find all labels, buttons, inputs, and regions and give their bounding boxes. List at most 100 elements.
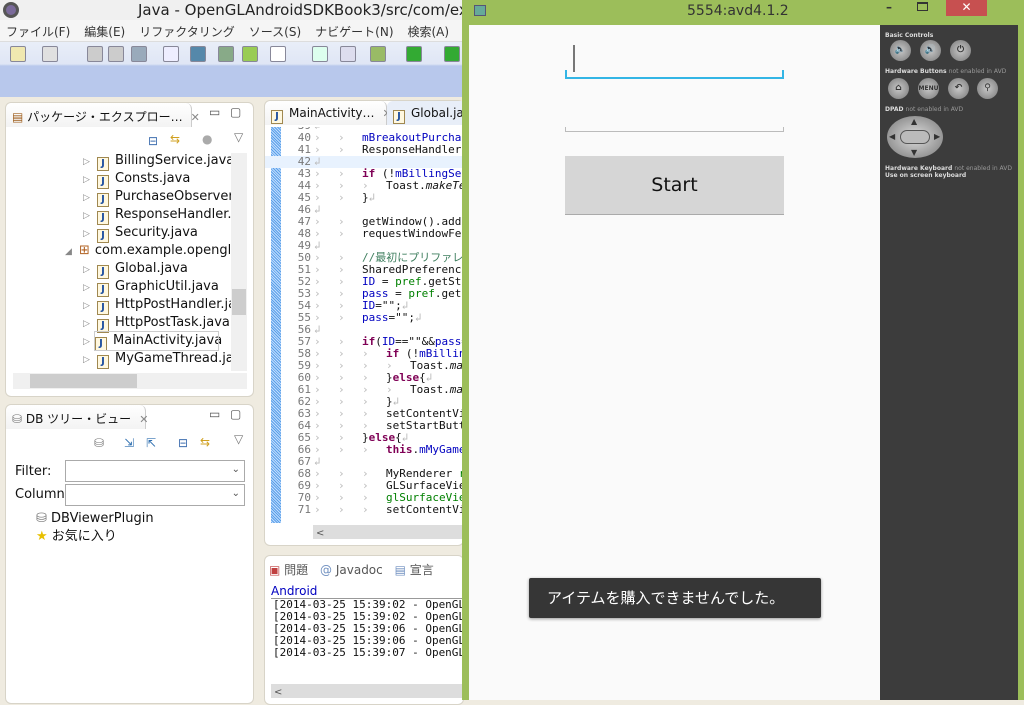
debug-icon[interactable]	[370, 46, 386, 62]
close-button[interactable]: ✕	[946, 0, 987, 16]
volume-up-icon[interactable]: 🔊	[920, 40, 941, 61]
maximize-icon[interactable]: ▢	[230, 407, 241, 421]
tree-item[interactable]: ▷ J BillingService.java	[10, 152, 232, 171]
tab-global-java[interactable]: J Global.java	[387, 101, 478, 125]
save-all-icon[interactable]	[108, 46, 124, 62]
menu-item[interactable]: リファクタリング	[133, 20, 243, 40]
tree-item[interactable]: ▷ J HttpPostTask.java	[10, 314, 232, 333]
dpad[interactable]: ▲ ▼ ◀ ▶	[887, 116, 943, 158]
menu-item[interactable]: ナビゲート(N)	[309, 20, 401, 40]
minimize-icon[interactable]: ▭	[209, 105, 220, 119]
checkbox-icon[interactable]	[270, 46, 286, 62]
tree-item[interactable]: ▷ J MainActivity.java	[83, 331, 222, 351]
tree-item[interactable]: ▷JResponseHandler.jav	[10, 206, 232, 225]
tree-item[interactable]: ▷ J Security.java	[10, 224, 232, 243]
print-icon[interactable]	[131, 46, 147, 62]
link-icon[interactable]: ⇆	[200, 435, 210, 449]
code-text-area[interactable]: 39↲40››mBreakoutPurchase41››ResponseHand…	[265, 127, 463, 523]
binary-icon[interactable]	[163, 46, 179, 62]
close-icon[interactable]: ✕	[191, 111, 200, 124]
import-icon[interactable]: ⇲	[124, 436, 134, 450]
expand-arrow-icon[interactable]: ▷	[83, 153, 97, 171]
collapse-all-icon[interactable]: ⊟	[148, 134, 158, 148]
tree-item[interactable]: ▷ J Consts.java	[10, 170, 232, 189]
skip-breakpoint-icon[interactable]	[340, 46, 356, 62]
text-input-2[interactable]	[565, 127, 784, 132]
code-line: 42 ↲	[265, 156, 463, 168]
expand-arrow-icon[interactable]: ▷	[83, 225, 97, 243]
tree-item[interactable]: ◢⊞com.example.openglan	[10, 242, 232, 260]
tab-problems[interactable]: ▣ 問題	[269, 563, 308, 577]
back-icon[interactable]: ↶	[948, 78, 969, 99]
minimize-button[interactable]: –	[886, 0, 902, 14]
home-icon[interactable]: ⌂	[888, 78, 909, 99]
expand-arrow-icon[interactable]: ▷	[83, 261, 97, 279]
tree-item-dbviewerplugin[interactable]: ⛁ DBViewerPlugin	[36, 510, 154, 528]
tree-item-favorites[interactable]: ★ お気に入り	[36, 528, 154, 546]
collapse-all-icon[interactable]: ⊟	[178, 436, 188, 450]
emulator-icon	[474, 5, 486, 16]
menu-item[interactable]: 編集(E)	[78, 20, 133, 40]
android-sdk-icon[interactable]	[218, 46, 234, 62]
expand-arrow-icon[interactable]: ▷	[83, 171, 97, 189]
tree-item[interactable]: ▷ J GraphicUtil.java	[10, 278, 232, 297]
dpad-center[interactable]	[900, 130, 930, 144]
run-external-icon[interactable]	[444, 46, 460, 62]
horizontal-scrollbar[interactable]	[13, 373, 247, 389]
column-combo[interactable]: ⌄	[65, 484, 245, 506]
tab-db-tree[interactable]: ⛁ DB ツリー・ビュー ✕	[6, 405, 148, 429]
horizontal-scrollbar[interactable]: <	[271, 684, 465, 698]
expand-arrow-icon[interactable]: ▷	[83, 279, 97, 297]
expand-arrow-icon[interactable]: ▷	[83, 333, 95, 351]
tab-javadoc[interactable]: @ Javadoc	[320, 563, 383, 577]
new-package-icon[interactable]	[42, 46, 58, 62]
package-icon: ⊞	[79, 243, 90, 258]
new-icon[interactable]	[10, 46, 26, 62]
volume-down-icon[interactable]: 🔈	[890, 40, 911, 61]
tree-item[interactable]: ▷JPurchaseObserver.ja	[10, 188, 232, 207]
expand-arrow-icon[interactable]: ▷	[83, 297, 97, 315]
save-icon[interactable]	[87, 46, 103, 62]
expand-arrow-icon[interactable]: ▷	[83, 351, 97, 369]
tree-item[interactable]: ▷ J Global.java	[10, 260, 232, 279]
expand-arrow-icon[interactable]: ▷	[83, 207, 97, 225]
add-database-icon[interactable]: ⛁	[94, 436, 104, 450]
menu-button[interactable]: MENU	[918, 78, 939, 99]
expanded-arrow-icon[interactable]: ◢	[65, 243, 79, 261]
avd-manager-icon[interactable]	[242, 46, 258, 62]
expand-arrow-icon[interactable]: ▷	[83, 315, 97, 333]
vertical-scrollbar[interactable]	[231, 153, 247, 371]
minimize-icon[interactable]: ▭	[209, 407, 220, 421]
maximize-icon[interactable]: ▢	[230, 105, 241, 119]
power-icon[interactable]: ⏻	[950, 40, 971, 61]
tab-package-explorer[interactable]: ▤ パッケージ・エクスプロー… ✕	[6, 103, 200, 127]
filter-icon[interactable]: ●	[202, 132, 212, 146]
text-input-1[interactable]	[565, 70, 784, 79]
line-number: 50	[297, 252, 311, 264]
search-icon[interactable]: ⚲	[977, 78, 998, 99]
export-icon[interactable]: ⇱	[146, 436, 156, 450]
expand-arrow-icon[interactable]: ▷	[83, 189, 97, 207]
maximize-button[interactable]	[917, 2, 928, 11]
link-editor-icon[interactable]: ⇆	[170, 132, 180, 146]
filter-combo[interactable]: ⌄	[65, 460, 245, 482]
menu-item[interactable]: 検索(A)	[402, 20, 458, 40]
tab-mainactivity[interactable]: JMainActivity…✕	[265, 101, 392, 125]
view-menu-icon[interactable]: ▽	[234, 130, 243, 144]
java-file-icon: J	[97, 301, 109, 315]
star-icon: ★	[36, 529, 48, 544]
start-button[interactable]: Start	[565, 156, 784, 215]
tab-declaration[interactable]: ▤ 宣言	[395, 563, 434, 577]
line-number: 53	[297, 288, 311, 300]
view-menu-icon[interactable]: ▽	[234, 432, 243, 446]
menu-item[interactable]: ファイル(F)	[0, 20, 78, 40]
tree-item[interactable]: ▷JMyGameThread.java	[10, 350, 232, 369]
tree-item[interactable]: ▷ J HttpPostHandler.jav	[10, 296, 232, 315]
console-output[interactable]: [2014-03-25 15:39:02 - OpenGLAnd[2014-03…	[273, 599, 463, 659]
close-icon[interactable]: ✕	[139, 413, 148, 426]
run-icon[interactable]	[406, 46, 422, 62]
horizontal-scrollbar[interactable]: <	[313, 525, 463, 539]
settings-icon[interactable]	[190, 46, 206, 62]
menu-item[interactable]: ソース(S)	[243, 20, 309, 40]
new-class-icon[interactable]	[312, 46, 328, 62]
